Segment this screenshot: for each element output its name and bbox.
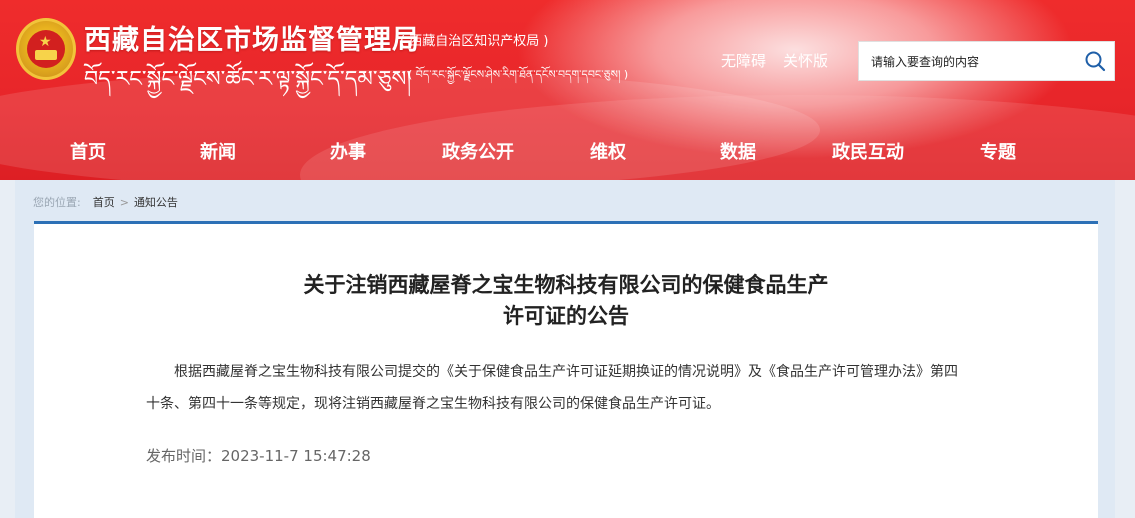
tibetan-site-subtitle: ( བོད་རང་སྐྱོང་ལྗོངས་ཤེས་རིག་ཐོན་དངོས་བད…: [408, 68, 629, 81]
site-title[interactable]: 西藏自治区市场监督管理局: [84, 18, 420, 57]
breadcrumb: 您的位置: 首页 > 通知公告: [33, 194, 178, 210]
breadcrumb-notices[interactable]: 通知公告: [134, 194, 178, 210]
article-title-line: 许可证的公告: [503, 304, 629, 328]
nav-item-government-affairs[interactable]: 政务公开: [428, 138, 528, 164]
nav-item-news[interactable]: 新闻: [168, 138, 268, 164]
national-emblem-icon[interactable]: ★: [16, 18, 76, 80]
article: 关于注销西藏屋脊之宝生物科技有限公司的保健食品生产 许可证的公告 根据西藏屋脊之…: [34, 221, 1098, 518]
nav-item-interaction[interactable]: 政民互动: [818, 138, 918, 164]
article-title: 关于注销西藏屋脊之宝生物科技有限公司的保健食品生产 许可证的公告: [34, 270, 1098, 332]
search-icon[interactable]: [1084, 50, 1106, 72]
nav-item-topics[interactable]: 专题: [948, 138, 1048, 164]
search-input[interactable]: [871, 52, 1071, 72]
header-banner: ★ 西藏自治区市场监督管理局 ( 西藏自治区知识产权局 ) བོད་རང་སྐྱ…: [0, 0, 1135, 180]
publish-time: 发布时间：2023-11-7 15:47:28: [146, 447, 371, 465]
tibetan-site-title: བོད་རང་སྐྱོང་ལྗོངས་ཚོང་ར་ལྟ་སྐྱོང་དོ་དམ་…: [84, 67, 412, 92]
content-area: 您的位置: 首页 > 通知公告 关于注销西藏屋脊之宝生物科技有限公司的保健食品生…: [15, 180, 1115, 518]
search-box: [858, 41, 1115, 81]
site-subtitle: ( 西藏自治区知识产权局 ): [400, 34, 549, 49]
nav-item-rights[interactable]: 维权: [558, 138, 658, 164]
accessibility-link[interactable]: 无障碍: [721, 50, 766, 71]
breadcrumb-home[interactable]: 首页: [93, 194, 115, 210]
article-body: 根据西藏屋脊之宝生物科技有限公司提交的《关于保健食品生产许可证延期换证的情况说明…: [146, 364, 958, 412]
nav-item-services[interactable]: 办事: [298, 138, 398, 164]
main-nav: 首页 新闻 办事 政务公开 维权 数据 政民互动 专题: [0, 138, 1135, 172]
nav-item-data[interactable]: 数据: [688, 138, 788, 164]
breadcrumb-separator: >: [119, 195, 129, 209]
breadcrumb-label: 您的位置:: [33, 196, 81, 209]
nav-item-home[interactable]: 首页: [38, 138, 138, 164]
elderly-mode-link[interactable]: 关怀版: [783, 50, 828, 71]
article-title-line: 关于注销西藏屋脊之宝生物科技有限公司的保健食品生产: [303, 273, 829, 297]
